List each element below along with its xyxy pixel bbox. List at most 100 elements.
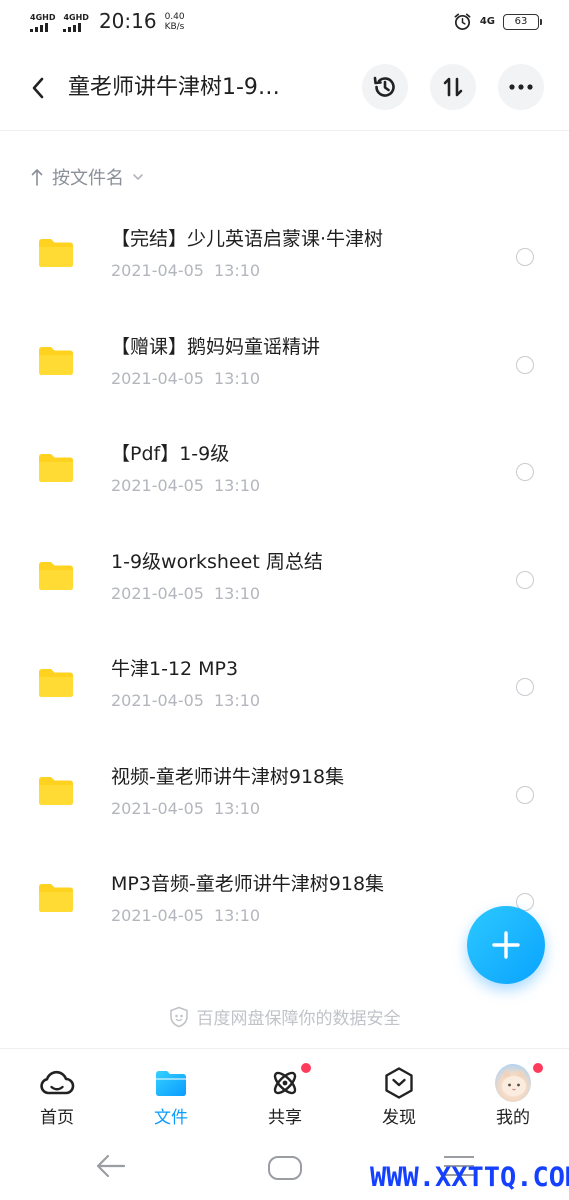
history-icon [373,76,395,97]
file-date: 2021-04-05 [111,906,204,925]
sim2-label: 4GHD [63,13,89,22]
folder-icon [39,884,73,912]
file-modified: 2021-04-05 13:10 [111,690,260,712]
network-speed: 0.40 KB/s [165,12,185,32]
battery-icon: 63 [503,13,542,30]
more-button[interactable] [498,64,544,110]
sort-button[interactable] [430,64,476,110]
system-back-icon[interactable] [94,1152,126,1180]
status-bar: 4GHD 4GHD 20:16 0.40 KB/s 4G 63 [0,0,569,44]
back-icon [32,77,44,99]
discover-icon [381,1065,417,1101]
page-title: 童老师讲牛津树1-9… [68,75,280,100]
select-checkbox[interactable] [516,678,534,696]
file-name: 1-9级worksheet 周总结 [111,550,323,573]
nav-me-label: 我的 [496,1108,530,1128]
file-name: MP3音频-童老师讲牛津树918集 [111,873,385,895]
file-modified: 2021-04-05 13:10 [111,368,260,390]
file-name: 【完结】少儿英语启蒙课·牛津树 [111,228,384,250]
share-badge [301,1063,311,1073]
file-time: 13:10 [213,368,261,388]
bottom-nav: 首页 文件 共享 发现 我的 [0,1048,569,1138]
file-row[interactable]: 【赠课】鹅妈妈童谣精讲 2021-04-05 13:10 [0,308,569,416]
nav-home-label: 首页 [40,1108,74,1128]
file-time: 13:10 [213,691,261,710]
select-checkbox[interactable] [516,785,534,804]
sim2-signal-icon: 4GHD [63,13,89,32]
file-modified: 2021-04-05 13:10 [111,798,260,820]
file-time: 13:10 [213,583,261,603]
header-divider [0,130,569,131]
watermark: WWW.XXTTQ.COM [370,1162,569,1193]
folder-icon [39,454,73,482]
network-type: 4G [479,15,495,27]
add-button[interactable] [467,906,545,984]
file-time: 13:10 [213,798,261,818]
file-row[interactable]: 1-9级worksheet 周总结 2021-04-05 13:10 [0,523,569,631]
folder-icon [39,776,73,805]
file-name: 【Pdf】1-9级 [111,443,230,465]
me-badge [533,1063,543,1073]
file-date: 2021-04-05 [111,798,204,818]
sort-icon [443,77,463,97]
file-modified: 2021-04-05 13:10 [111,583,260,605]
folder-icon [39,561,73,590]
history-button[interactable] [362,64,408,110]
status-left: 4GHD 4GHD 20:16 0.40 KB/s [30,10,185,32]
back-button[interactable] [22,72,54,104]
file-row[interactable]: 【Pdf】1-9级 2021-04-05 13:10 [0,415,569,523]
share-atom-icon [267,1063,311,1101]
avatar [495,1064,531,1102]
speed-value: 0.40 [164,12,185,22]
file-name: 牛津1-12 MP3 [111,658,239,680]
alarm-icon [454,13,471,30]
nav-home[interactable]: 首页 [12,1065,102,1129]
status-right: 4G 63 [453,12,542,31]
file-date: 2021-04-05 [111,691,204,710]
sim1-label: 4GHD [30,13,56,22]
select-checkbox[interactable] [516,248,534,266]
file-name: 【赠课】鹅妈妈童谣精讲 [111,335,321,358]
file-modified: 2021-04-05 13:10 [111,475,260,497]
file-modified: 2021-04-05 13:10 [111,260,260,282]
file-modified: 2021-04-05 13:10 [111,905,260,927]
sort-selector[interactable]: 按文件名 [30,164,144,190]
arrow-up-icon [31,169,43,186]
header: 童老师讲牛津树1-9… [0,60,569,116]
folder-icon [39,669,73,697]
folder-icon [39,239,73,267]
sim1-signal-icon: 4GHD [30,13,55,32]
select-checkbox[interactable] [516,355,534,374]
file-date: 2021-04-05 [111,368,204,388]
more-icon [509,84,533,90]
nav-discover[interactable]: 发现 [354,1065,444,1129]
nav-files-label: 文件 [154,1108,188,1128]
nav-me[interactable]: 我的 [468,1063,558,1129]
system-home-icon[interactable] [268,1156,302,1180]
nav-discover-label: 发现 [382,1108,416,1128]
speed-unit: KB/s [164,22,185,32]
folder-icon [39,346,73,375]
file-row[interactable]: 牛津1-12 MP3 2021-04-05 13:10 [0,630,569,738]
plus-icon [492,931,520,959]
file-date: 2021-04-05 [111,476,204,495]
sort-label: 按文件名 [52,168,124,189]
select-checkbox[interactable] [516,570,534,589]
battery-level: 63 [514,16,528,27]
home-cloud-icon [39,1065,75,1101]
folder-icon [153,1065,189,1101]
avatar-wrapper [495,1063,543,1102]
status-time: 20:16 [98,9,157,33]
nav-share-label: 共享 [268,1108,302,1128]
file-date: 2021-04-05 [111,583,204,603]
nav-share[interactable]: 共享 [240,1063,330,1129]
shield-icon [169,1006,188,1027]
file-date: 2021-04-05 [111,261,204,280]
file-list: 【完结】少儿英语启蒙课·牛津树 2021-04-05 13:10 【赠课】鹅妈妈童谣精… [0,200,569,953]
file-row[interactable]: 视频-童老师讲牛津树918集 2021-04-05 13:10 [0,738,569,846]
nav-files[interactable]: 文件 [126,1065,216,1129]
chevron-down-icon [133,174,143,180]
file-name: 视频-童老师讲牛津树918集 [111,765,345,788]
select-checkbox[interactable] [516,463,534,481]
file-row[interactable]: 【完结】少儿英语启蒙课·牛津树 2021-04-05 13:10 [0,200,569,308]
